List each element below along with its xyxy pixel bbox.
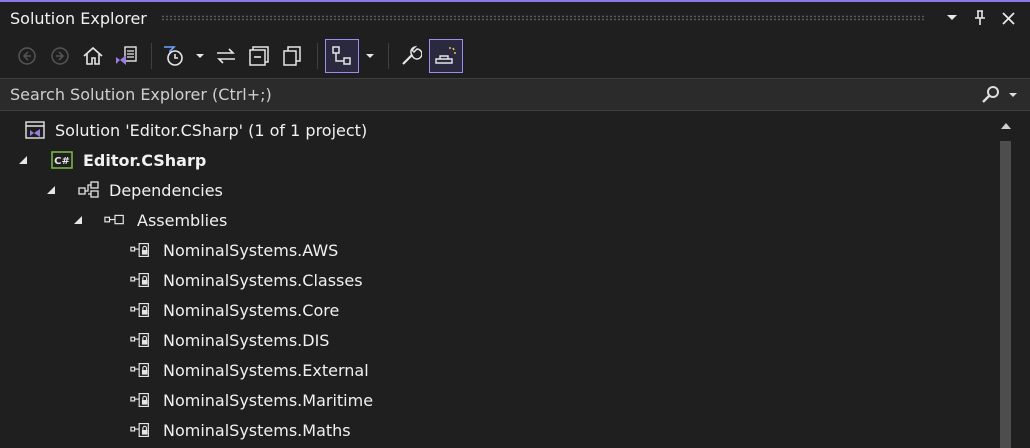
assembly-reference-icon xyxy=(130,239,152,261)
title-bar: Solution Explorer xyxy=(0,0,1030,34)
expanded-chevron-icon[interactable] xyxy=(16,153,30,167)
close-icon[interactable] xyxy=(994,4,1022,32)
tree-node-label: NominalSystems.Classes xyxy=(163,270,363,290)
show-all-files-icon[interactable] xyxy=(277,40,307,72)
expanded-chevron-icon[interactable] xyxy=(44,183,58,197)
tree-node-assembly-reference[interactable]: NominalSystems.Maritime xyxy=(0,385,990,415)
filter-dropdown-icon[interactable] xyxy=(192,40,208,72)
tree-node-assembly-reference[interactable]: NominalSystems.Maths xyxy=(0,415,990,445)
tree-node-assembly-reference[interactable]: NominalSystems.External xyxy=(0,355,990,385)
assembly-reference-icon xyxy=(130,269,152,291)
dependencies-icon xyxy=(78,179,100,201)
tree-node-assemblies[interactable]: Assemblies xyxy=(0,205,990,235)
assembly-reference-icon xyxy=(130,329,152,351)
collapse-all-icon[interactable] xyxy=(244,40,274,72)
drag-grip[interactable] xyxy=(160,15,924,21)
tree-node-label: Dependencies xyxy=(109,180,223,200)
assembly-reference-icon xyxy=(130,359,152,381)
assembly-reference-icon xyxy=(130,389,152,411)
search-options-dropdown-icon[interactable] xyxy=(1004,82,1022,108)
tree-node-label: NominalSystems.Core xyxy=(163,300,340,320)
tree-node-label: Solution 'Editor.CSharp' (1 of 1 project… xyxy=(55,120,368,140)
assembly-reference-icon xyxy=(130,419,152,441)
tree-node-dependencies[interactable]: Dependencies xyxy=(0,175,990,205)
svg-text:C#: C# xyxy=(54,156,70,167)
toolbar-separator xyxy=(388,43,389,69)
show-tree-view-icon[interactable] xyxy=(325,39,359,73)
properties-icon[interactable] xyxy=(396,40,426,72)
tree-node-assembly-reference[interactable]: NominalSystems.AWS xyxy=(0,235,990,265)
expanded-chevron-icon[interactable] xyxy=(71,213,85,227)
pin-icon[interactable] xyxy=(966,4,994,32)
assembly-list: NominalSystems.AWS NominalSystems.Classes… xyxy=(0,235,990,445)
solution-icon xyxy=(24,119,46,141)
pending-changes-filter-icon[interactable] xyxy=(159,40,189,72)
search-icon[interactable] xyxy=(978,82,1004,108)
tree-node-label: NominalSystems.Maritime xyxy=(163,390,374,410)
assemblies-icon xyxy=(104,209,126,231)
tree-node-label: Assemblies xyxy=(137,210,228,230)
window-title: Solution Explorer xyxy=(10,8,147,28)
csharp-project-icon: C# xyxy=(51,149,73,171)
tree-node-label: Editor.CSharp xyxy=(83,150,207,170)
tree-node-solution[interactable]: Solution 'Editor.CSharp' (1 of 1 project… xyxy=(0,115,990,145)
window-position-dropdown-icon[interactable] xyxy=(938,4,966,32)
search-bar xyxy=(0,78,1030,111)
switch-views-icon[interactable] xyxy=(111,40,141,72)
tree-node-label: NominalSystems.DIS xyxy=(163,330,330,350)
toolbar-separator xyxy=(317,43,318,69)
home-icon[interactable] xyxy=(78,40,108,72)
tree-node-label: NominalSystems.AWS xyxy=(163,240,339,260)
scrollbar-thumb[interactable] xyxy=(1000,141,1011,448)
scroll-up-arrow-icon[interactable] xyxy=(999,119,1013,133)
tree-node-label: NominalSystems.External xyxy=(163,360,369,380)
assembly-reference-icon xyxy=(130,299,152,321)
vertical-scrollbar[interactable] xyxy=(994,111,1018,448)
forward-icon[interactable] xyxy=(45,40,75,72)
search-input[interactable] xyxy=(0,84,978,105)
tree-view-dropdown-icon[interactable] xyxy=(362,40,378,72)
toolbar xyxy=(0,34,1030,78)
preview-selected-items-icon[interactable] xyxy=(429,39,463,73)
tree-node-assembly-reference[interactable]: NominalSystems.Core xyxy=(0,295,990,325)
toolbar-separator xyxy=(151,43,152,69)
solution-tree: Solution 'Editor.CSharp' (1 of 1 project… xyxy=(0,115,990,445)
tree-node-assembly-reference[interactable]: NominalSystems.DIS xyxy=(0,325,990,355)
back-icon[interactable] xyxy=(12,40,42,72)
tree-node-project[interactable]: C# Editor.CSharp xyxy=(0,145,990,175)
tree-node-assembly-reference[interactable]: NominalSystems.Classes xyxy=(0,265,990,295)
tree-node-label: NominalSystems.Maths xyxy=(163,420,351,440)
sync-with-active-document-icon[interactable] xyxy=(211,40,241,72)
